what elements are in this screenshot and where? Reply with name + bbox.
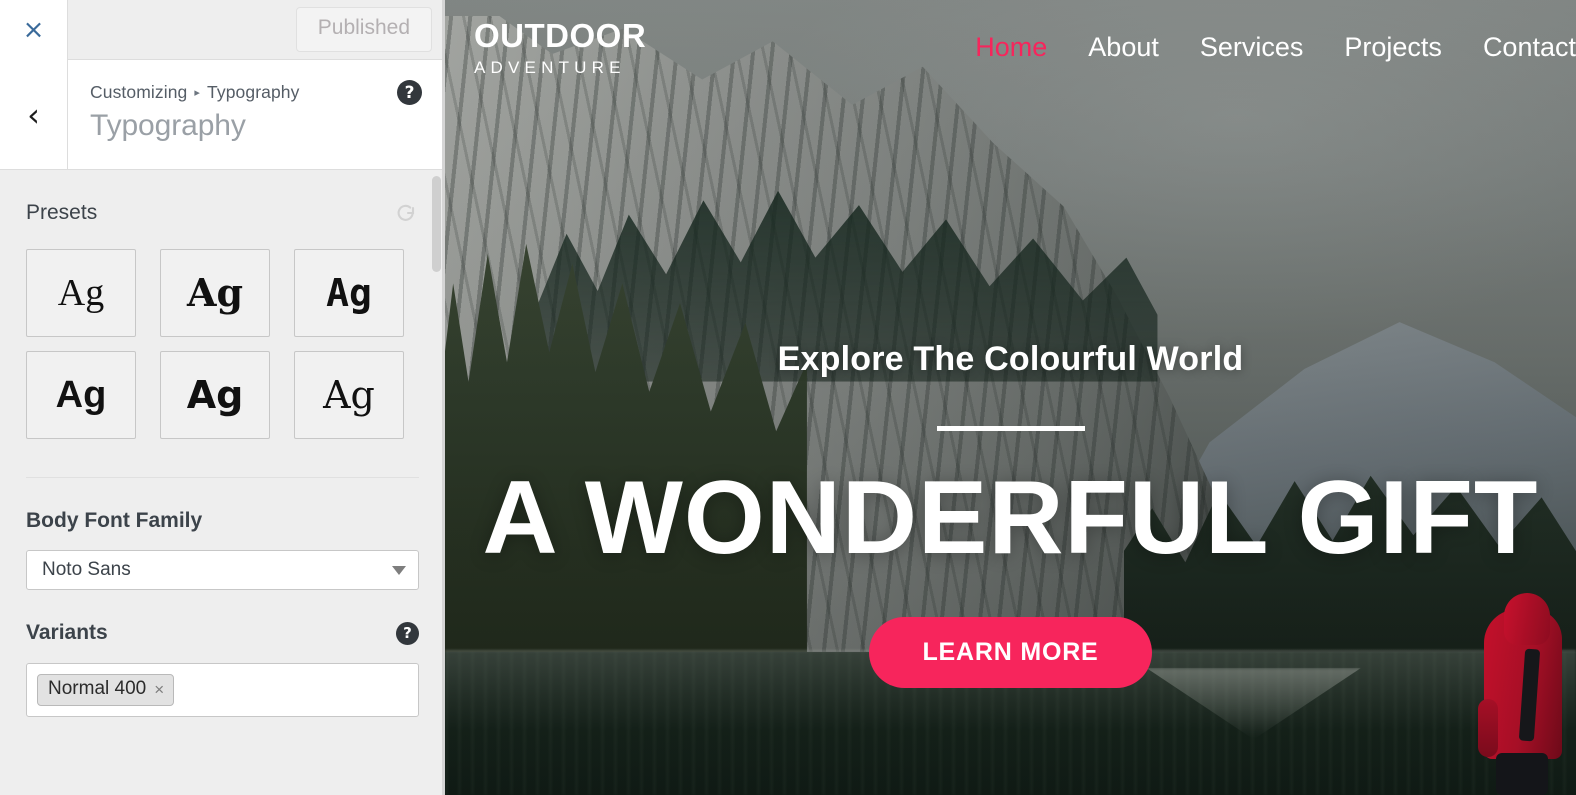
- publish-button[interactable]: Published: [295, 7, 432, 52]
- customizer-sidebar: × Published ‹ Customizing ▸ Typography T…: [0, 0, 445, 795]
- preset-tile[interactable]: Ag: [26, 351, 136, 439]
- preset-tile[interactable]: Ag: [160, 351, 270, 439]
- hero-cta-wrap: LEARN MORE: [445, 617, 1576, 688]
- nav-item-projects[interactable]: Projects: [1344, 32, 1442, 63]
- learn-more-button[interactable]: LEARN MORE: [869, 617, 1152, 688]
- page-title: Typography: [90, 109, 246, 142]
- breadcrumb-separator-icon: ▸: [194, 87, 201, 99]
- presets-label: Presets: [26, 201, 98, 224]
- breadcrumb-root[interactable]: Customizing: [90, 82, 187, 103]
- panel-header-body: Customizing ▸ Typography Typography ?: [68, 60, 445, 169]
- chevron-down-icon: [392, 565, 406, 575]
- breadcrumb-current: Typography: [207, 82, 300, 102]
- preset-sample: Ag: [186, 270, 244, 315]
- site-logo[interactable]: OUTDOOR ADVENTURE: [474, 19, 646, 76]
- logo-secondary-text: ADVENTURE: [474, 58, 626, 77]
- customizer-topbar: × Published: [0, 0, 445, 60]
- customizer-screen: × Published ‹ Customizing ▸ Typography T…: [0, 0, 1576, 795]
- nav-item-home[interactable]: Home: [975, 32, 1047, 63]
- remove-variant-icon[interactable]: ×: [154, 681, 164, 698]
- preset-tile[interactable]: Ag: [26, 249, 136, 337]
- site-header: OUTDOOR ADVENTURE Home About Services Pr…: [445, 0, 1576, 95]
- panel-body: Presets Ag Ag Ag Ag Ag Ag Body Font Fami…: [0, 170, 445, 717]
- hiker-arm: [1478, 699, 1498, 757]
- nav-item-contact[interactable]: Contact: [1483, 32, 1576, 63]
- reset-icon[interactable]: [393, 200, 419, 226]
- publish-button-wrap: Published: [295, 0, 445, 59]
- variant-tag[interactable]: Normal 400 ×: [37, 674, 175, 706]
- variants-input[interactable]: Normal 400 ×: [26, 663, 419, 717]
- hiker-legs: [1496, 753, 1548, 795]
- variants-label-row: Variants ?: [26, 621, 419, 645]
- body-font-family-select[interactable]: Noto Sans: [26, 550, 419, 590]
- preset-sample: Ag: [323, 373, 375, 417]
- logo-primary-text: OUTDOOR: [474, 17, 647, 54]
- body-font-family-value: Noto Sans: [42, 559, 131, 580]
- chevron-left-icon: ‹: [27, 95, 40, 134]
- preset-tile[interactable]: Ag: [294, 249, 404, 337]
- presets-section-header: Presets: [26, 170, 419, 226]
- variants-help-icon[interactable]: ?: [396, 621, 419, 645]
- preset-sample: Ag: [326, 271, 372, 315]
- help-icon[interactable]: ?: [397, 80, 422, 105]
- site-nav: Home About Services Projects Contact: [975, 32, 1576, 63]
- section-divider: [26, 477, 419, 478]
- body-font-family-label: Body Font Family: [26, 509, 203, 532]
- nav-item-services[interactable]: Services: [1200, 32, 1304, 63]
- preset-sample: Ag: [57, 272, 105, 314]
- sidebar-scrollbar-thumb[interactable]: [432, 176, 441, 272]
- back-button[interactable]: ‹: [0, 60, 68, 169]
- nav-item-about[interactable]: About: [1088, 32, 1159, 63]
- breadcrumb: Customizing ▸ Typography: [90, 82, 423, 103]
- preset-sample: Ag: [55, 374, 107, 416]
- panel-header: ‹ Customizing ▸ Typography Typography ?: [0, 60, 445, 170]
- presets-grid: Ag Ag Ag Ag Ag Ag: [26, 249, 419, 439]
- preset-tile[interactable]: Ag: [160, 249, 270, 337]
- close-customizer-button[interactable]: ×: [0, 0, 68, 60]
- close-icon: ×: [22, 15, 45, 45]
- site-preview: OUTDOOR ADVENTURE Home About Services Pr…: [445, 0, 1576, 795]
- preset-tile[interactable]: Ag: [294, 351, 404, 439]
- variant-tag-label: Normal 400: [48, 678, 147, 699]
- preset-sample: Ag: [186, 373, 244, 417]
- variants-label: Variants: [26, 621, 108, 644]
